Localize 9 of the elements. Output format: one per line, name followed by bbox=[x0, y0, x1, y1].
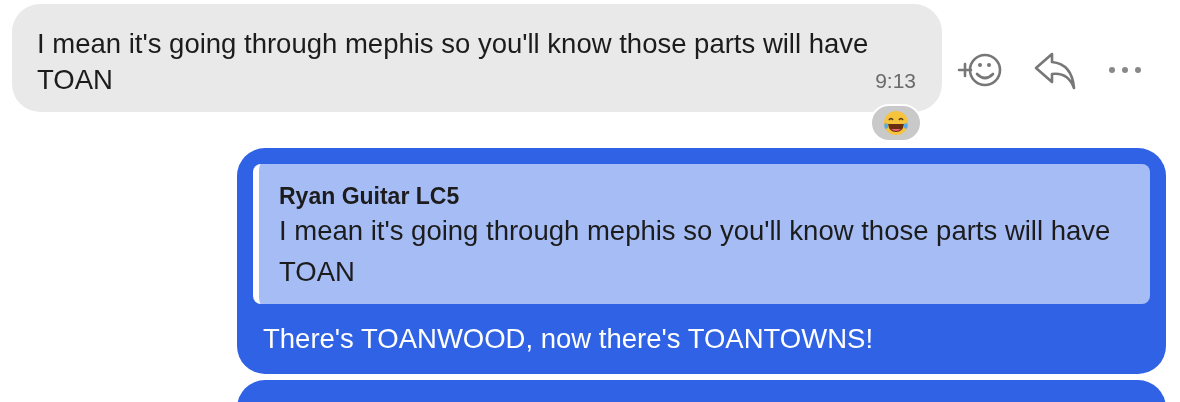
quoted-text: I mean it's going through mephis so you'll know those parts will have TOAN bbox=[279, 214, 1112, 289]
laughing-face-icon bbox=[882, 109, 910, 137]
message-text: There's TOANWOOD, now there's TOANTOWNS! bbox=[262, 322, 875, 354]
reply-icon[interactable] bbox=[1032, 50, 1078, 90]
more-options-icon[interactable] bbox=[1108, 65, 1142, 75]
reaction-badge[interactable] bbox=[870, 104, 922, 142]
message-time: 9:13 bbox=[875, 67, 916, 94]
message-text: I mean it's going through mephis so you'll know those parts will have TOAN bbox=[37, 27, 870, 97]
quoted-author: Ryan Guitar LC5 bbox=[279, 182, 461, 210]
